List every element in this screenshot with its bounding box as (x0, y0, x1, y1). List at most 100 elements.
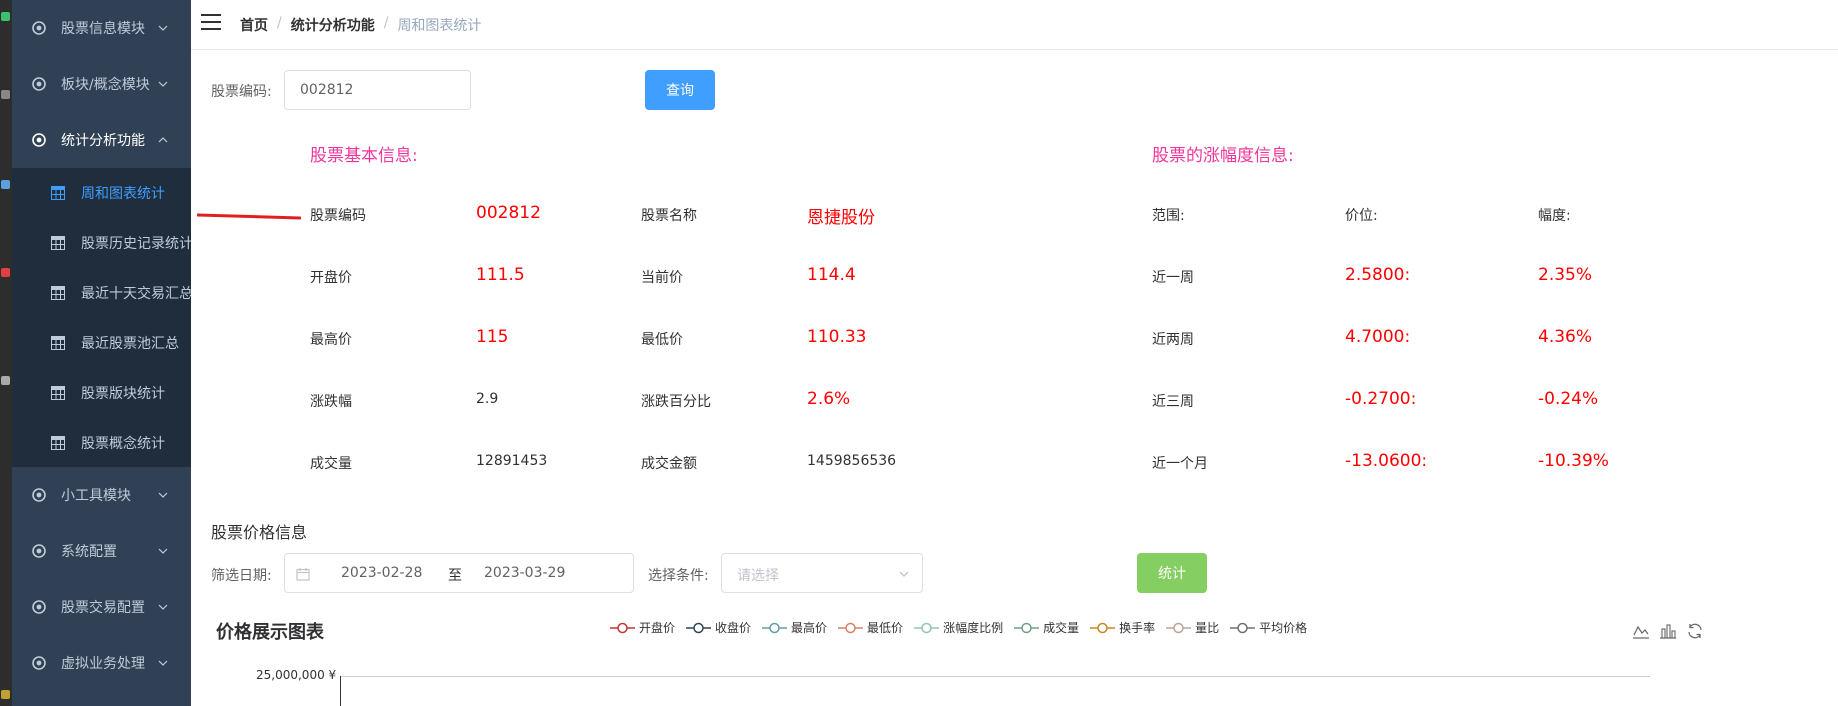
end-date-input[interactable]: 2023-03-29 (484, 565, 565, 581)
sidebar-item-virtual-business[interactable]: 虚拟业务处理 (12, 635, 191, 691)
date-filter-label: 筛选日期: (211, 568, 272, 584)
legend-marker-icon (1166, 622, 1192, 633)
chart-toolbox-line[interactable] (1632, 622, 1650, 644)
change-pct: -0.24% (1538, 389, 1599, 409)
basic-info-value: 110.33 (807, 327, 867, 347)
basic-info-key: 成交金额 (641, 456, 697, 472)
breadcrumb: 首页 / 统计分析功能 / 周和图表统计 (240, 15, 481, 35)
chart-legend: 开盘价 收盘价 最高价 最低价 涨幅度比例 成交量 换手率 量比 平均价格 (610, 619, 1318, 636)
chart-toolbox-restore[interactable] (1686, 622, 1704, 644)
legend-item[interactable]: 开盘价 (610, 619, 675, 636)
legend-item[interactable]: 成交量 (1014, 619, 1079, 636)
change-info-header: 价位: (1345, 208, 1378, 224)
legend-item[interactable]: 量比 (1166, 619, 1219, 636)
start-date-input[interactable]: 2023-02-28 (341, 565, 422, 581)
table-icon (51, 436, 65, 450)
sidebar-subitem-label: 最近股票池汇总 (81, 336, 179, 352)
change-range: 近三周 (1152, 394, 1194, 410)
date-range-picker[interactable]: 2023-02-28 至 2023-03-29 (284, 553, 634, 593)
legend-marker-icon (762, 622, 788, 633)
settings-circle-icon (32, 77, 46, 91)
breadcrumb-current: 周和图表统计 (397, 18, 482, 34)
legend-label: 收盘价 (715, 621, 752, 635)
change-info-header: 幅度: (1538, 208, 1571, 224)
basic-info-key: 最低价 (641, 332, 683, 348)
basic-info-key: 涨跌百分比 (641, 394, 711, 410)
change-pct: -10.39% (1538, 451, 1609, 471)
sidebar-item-label: 小工具模块 (61, 488, 131, 504)
basic-info-key: 股票名称 (641, 208, 697, 224)
legend-item[interactable]: 涨幅度比例 (914, 619, 1003, 636)
legend-marker-icon (1014, 622, 1040, 633)
sidebar-item-sector-concept[interactable]: 板块/概念模块 (12, 56, 191, 112)
restore-icon[interactable] (1686, 622, 1704, 640)
basic-info-value: 2.9 (476, 391, 499, 407)
sidebar-subitem-concept[interactable]: 股票概念统计 (12, 418, 191, 468)
change-pct: 2.35% (1538, 265, 1593, 285)
sidebar-subitem-weekly-chart[interactable]: 周和图表统计 (12, 168, 191, 218)
stock-code-label: 股票编码: (211, 84, 272, 100)
browser-extension-strip (0, 0, 12, 706)
basic-info-key: 股票编码 (310, 208, 366, 224)
sidebar-item-label: 板块/概念模块 (61, 77, 150, 93)
settings-circle-icon (32, 544, 46, 558)
sidebar-subitem-label: 股票概念统计 (81, 436, 165, 452)
basic-info-value: 111.5 (476, 265, 525, 285)
basic-info-value: 115 (476, 327, 509, 347)
breadcrumb-statistics[interactable]: 统计分析功能 (291, 15, 375, 35)
legend-marker-icon (1090, 622, 1116, 633)
change-price: 4.7000: (1345, 327, 1411, 347)
hamburger-menu-icon[interactable] (201, 14, 221, 32)
legend-item[interactable]: 平均价格 (1230, 619, 1307, 636)
legend-item[interactable]: 最低价 (838, 619, 903, 636)
legend-item[interactable]: 收盘价 (686, 619, 751, 636)
settings-circle-icon (32, 600, 46, 614)
stat-button[interactable]: 统计 (1137, 553, 1207, 593)
sidebar-item-tools[interactable]: 小工具模块 (12, 467, 191, 523)
sidebar-subitem-history[interactable]: 股票历史记录统计 (12, 218, 191, 268)
sidebar-item-system-config[interactable]: 系统配置 (12, 523, 191, 579)
condition-select[interactable]: 请选择 (721, 553, 923, 593)
line-chart-icon[interactable] (1632, 622, 1650, 640)
change-range: 近一个月 (1152, 456, 1208, 472)
sidebar-subitem-sector[interactable]: 股票版块统计 (12, 368, 191, 418)
stock-code-value: 002812 (300, 82, 354, 98)
sidebar-item-trade-config[interactable]: 股票交易配置 (12, 579, 191, 635)
stock-code-input[interactable]: 002812 (284, 70, 471, 110)
settings-circle-icon (32, 488, 46, 502)
sidebar-subitem-stock-pool[interactable]: 最近股票池汇总 (12, 318, 191, 368)
legend-item[interactable]: 最高价 (762, 619, 827, 636)
legend-label: 最高价 (791, 621, 828, 635)
red-annotation-stroke (197, 213, 301, 220)
sidebar-item-statistics[interactable]: 统计分析功能 (12, 112, 191, 168)
basic-info-value: 2.6% (807, 389, 851, 409)
legend-item[interactable]: 换手率 (1090, 619, 1155, 636)
table-icon (51, 236, 65, 250)
calendar-icon (296, 568, 310, 581)
legend-label: 换手率 (1119, 621, 1156, 635)
query-button[interactable]: 查询 (645, 70, 715, 110)
basic-info-value: 114.4 (807, 265, 856, 285)
basic-info-key: 成交量 (310, 456, 352, 472)
breadcrumb-home[interactable]: 首页 (240, 15, 268, 35)
sidebar-subitem-label: 最近十天交易汇总 (81, 286, 191, 302)
sidebar-item-label: 统计分析功能 (61, 133, 145, 149)
change-range: 近一周 (1152, 270, 1194, 286)
sidebar-subitem-ten-days[interactable]: 最近十天交易汇总 (12, 268, 191, 318)
chevron-down-icon (158, 492, 168, 498)
legend-label: 平均价格 (1259, 621, 1308, 635)
chart-toolbox-bar[interactable] (1659, 622, 1677, 644)
sidebar-item-stock-info[interactable]: 股票信息模块 (12, 0, 191, 56)
basic-info-key: 最高价 (310, 332, 352, 348)
chevron-down-icon (158, 660, 168, 666)
condition-placeholder: 请选择 (737, 568, 779, 584)
basic-info-key: 当前价 (641, 270, 683, 286)
change-price: -13.0600: (1345, 451, 1428, 471)
chart-gridline (340, 676, 1650, 677)
header-divider (191, 49, 1838, 50)
basic-info-key: 开盘价 (310, 270, 352, 286)
table-icon (51, 336, 65, 350)
bar-chart-icon[interactable] (1659, 622, 1677, 640)
chevron-down-icon (158, 548, 168, 554)
basic-info-key: 涨跌幅 (310, 394, 352, 410)
